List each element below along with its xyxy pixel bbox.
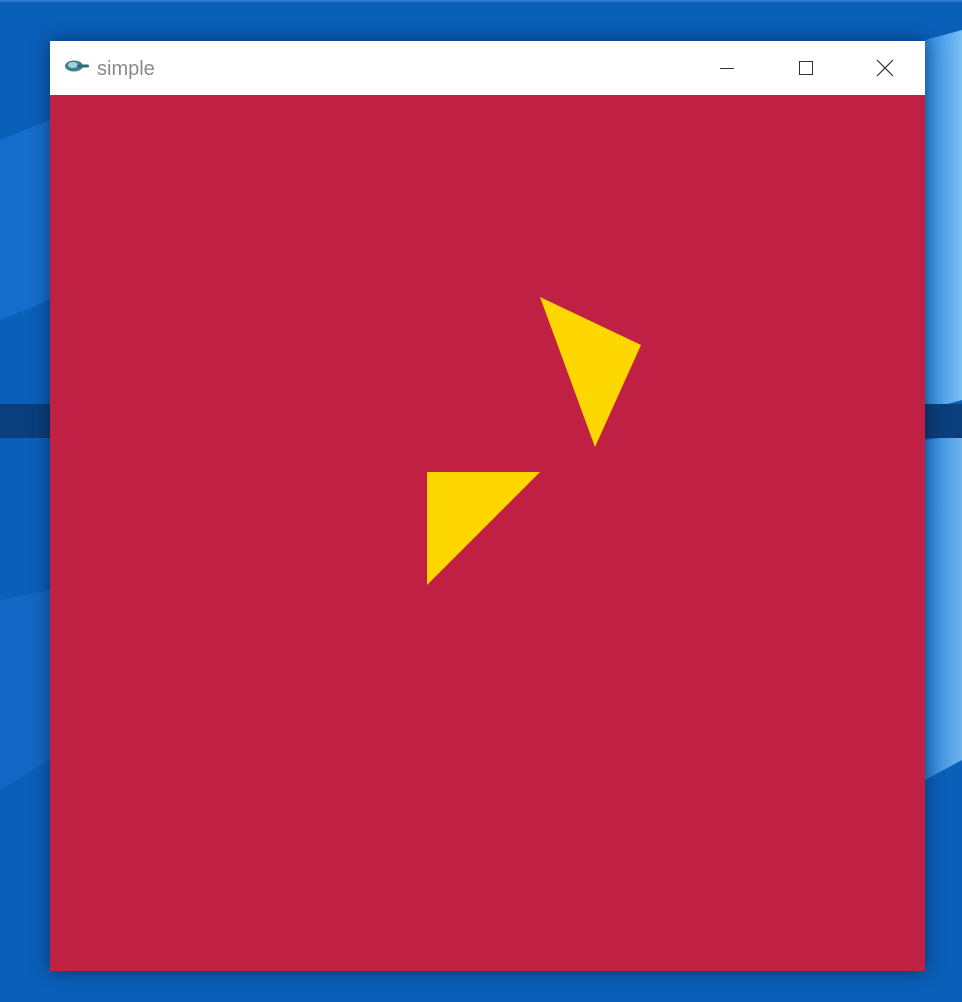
maximize-button[interactable] <box>767 41 845 95</box>
render-canvas[interactable] <box>50 95 925 971</box>
close-icon <box>876 59 894 77</box>
minimize-icon <box>720 68 734 69</box>
close-button[interactable] <box>846 41 924 95</box>
window-title: simple <box>97 58 155 80</box>
triangle-shape-rotated <box>540 297 641 447</box>
app-logo-icon <box>63 58 91 74</box>
app-window[interactable]: simple <box>50 41 925 971</box>
title-bar[interactable]: simple <box>50 41 925 95</box>
maximize-icon <box>799 61 813 75</box>
canvas-scene <box>427 297 641 585</box>
minimize-button[interactable] <box>688 41 766 95</box>
triangle-shape-right <box>427 472 540 585</box>
desktop-background: simple <box>0 0 962 1002</box>
